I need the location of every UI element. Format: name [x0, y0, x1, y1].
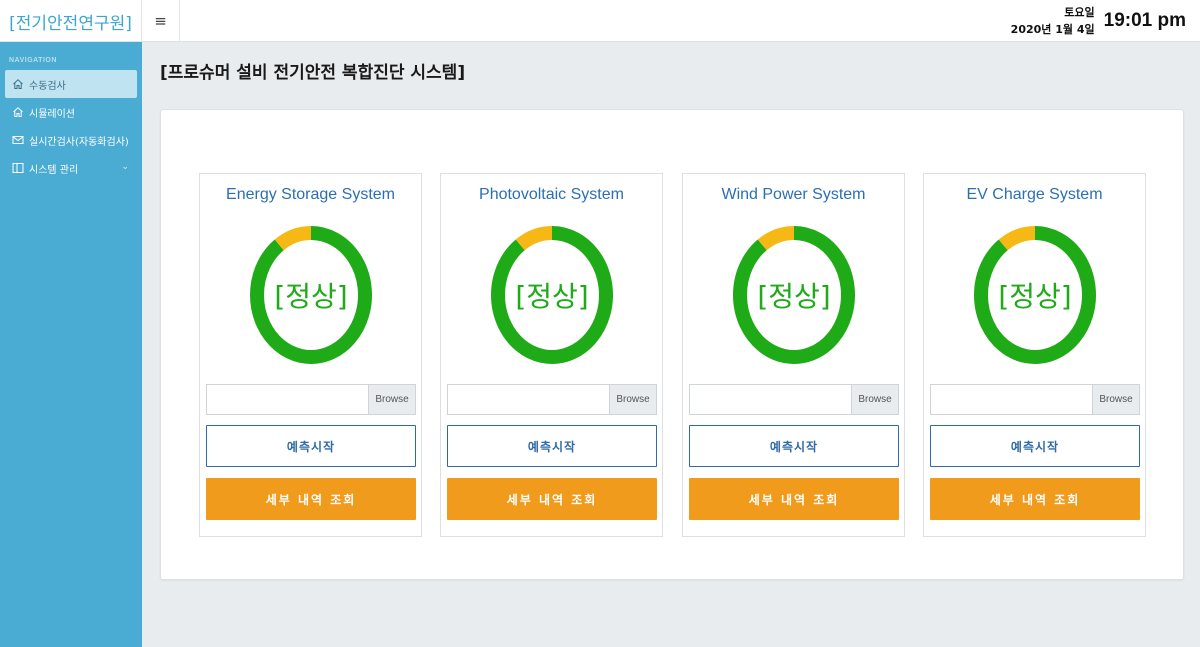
brand-logo[interactable]: [전기안전연구원] — [0, 0, 142, 42]
home-icon — [11, 78, 24, 91]
detail-view-button[interactable]: 세부 내역 조회 — [689, 478, 899, 520]
sidebar-item-manual-inspection[interactable]: 수동검사 — [5, 70, 137, 98]
predict-start-button[interactable]: 예측시작 — [930, 425, 1140, 467]
weekday-label: 토요일 — [1064, 6, 1095, 19]
menu-toggle-button[interactable]: ≡ — [142, 0, 180, 42]
browse-button[interactable]: Browse — [851, 385, 898, 414]
donut-warning-segment — [998, 226, 1036, 251]
home-icon — [11, 106, 24, 119]
date-label: 2020년 1월 4일 — [1010, 23, 1095, 36]
date-stack: 토요일 2020년 1월 4일 — [1011, 4, 1095, 38]
file-picker: Browse — [930, 384, 1140, 415]
file-picker: Browse — [206, 384, 416, 415]
donut-warning-segment — [515, 226, 553, 251]
predict-start-button[interactable]: 예측시작 — [689, 425, 899, 467]
sidebar-item-realtime-inspection[interactable]: 실시간검사(자동화검사) — [5, 126, 137, 154]
sidebar-item-label: 시뮬레이션 — [29, 108, 75, 120]
card-title: Energy Storage System — [226, 186, 395, 203]
datetime-display: 토요일 2020년 1월 4일 19:01 pm — [1011, 3, 1186, 39]
file-path-input[interactable] — [931, 385, 1092, 414]
status-donut-chart: [정상] — [733, 226, 855, 364]
status-donut-chart: [정상] — [491, 226, 613, 364]
predict-start-button[interactable]: 예측시작 — [206, 425, 416, 467]
status-label: [정상] — [757, 280, 830, 313]
status-label: [정상] — [274, 280, 347, 313]
system-card-pv: Photovoltaic System [정상] Browse 예측시작 세부 … — [440, 173, 663, 537]
panel-icon — [11, 162, 24, 175]
donut-warning-segment — [757, 226, 795, 251]
page-title: [프로슈머 설비 전기안전 복합진단 시스템] — [160, 63, 466, 83]
file-path-input[interactable] — [690, 385, 851, 414]
status-donut-chart: [정상] — [974, 226, 1096, 364]
card-title: Wind Power System — [721, 186, 866, 203]
card-title: Photovoltaic System — [479, 186, 624, 203]
browse-button[interactable]: Browse — [1092, 385, 1139, 414]
status-donut-chart: [정상] — [250, 226, 372, 364]
card-title: EV Charge System — [966, 186, 1103, 203]
detail-view-button[interactable]: 세부 내역 조회 — [930, 478, 1140, 520]
sidebar-item-system-management[interactable]: 시스템 관리 ⌄ — [5, 154, 137, 182]
nav-heading: NAVIGATION — [9, 57, 57, 64]
sidebar: NAVIGATION 수동검사 시뮬레이션 실시간검사(자동화검사) 시스템 관… — [0, 42, 142, 647]
file-picker: Browse — [689, 384, 899, 415]
status-label: [정상] — [998, 280, 1071, 313]
file-path-input[interactable] — [448, 385, 609, 414]
sidebar-item-label: 수동검사 — [29, 80, 66, 92]
donut-warning-segment — [274, 226, 312, 251]
detail-view-button[interactable]: 세부 내역 조회 — [206, 478, 416, 520]
sidebar-item-label: 시스템 관리 — [29, 164, 79, 176]
status-label: [정상] — [515, 280, 588, 313]
top-bar: [전기안전연구원] ≡ 토요일 2020년 1월 4일 19:01 pm — [0, 0, 1200, 42]
file-picker: Browse — [447, 384, 657, 415]
chevron-down-icon[interactable]: ⌄ — [121, 162, 129, 172]
browse-button[interactable]: Browse — [609, 385, 656, 414]
sidebar-item-label: 실시간검사(자동화검사) — [29, 136, 129, 148]
mail-icon — [11, 134, 24, 147]
system-card-ess: Energy Storage System [정상] Browse 예측시작 세… — [199, 173, 422, 537]
detail-view-button[interactable]: 세부 내역 조회 — [447, 478, 657, 520]
predict-start-button[interactable]: 예측시작 — [447, 425, 657, 467]
clock-label: 19:01 pm — [1103, 10, 1186, 31]
browse-button[interactable]: Browse — [368, 385, 415, 414]
file-path-input[interactable] — [207, 385, 368, 414]
system-card-ev: EV Charge System [정상] Browse 예측시작 세부 내역 … — [923, 173, 1146, 537]
system-card-wind: Wind Power System [정상] Browse 예측시작 세부 내역… — [682, 173, 905, 537]
sidebar-item-simulation[interactable]: 시뮬레이션 — [5, 98, 137, 126]
